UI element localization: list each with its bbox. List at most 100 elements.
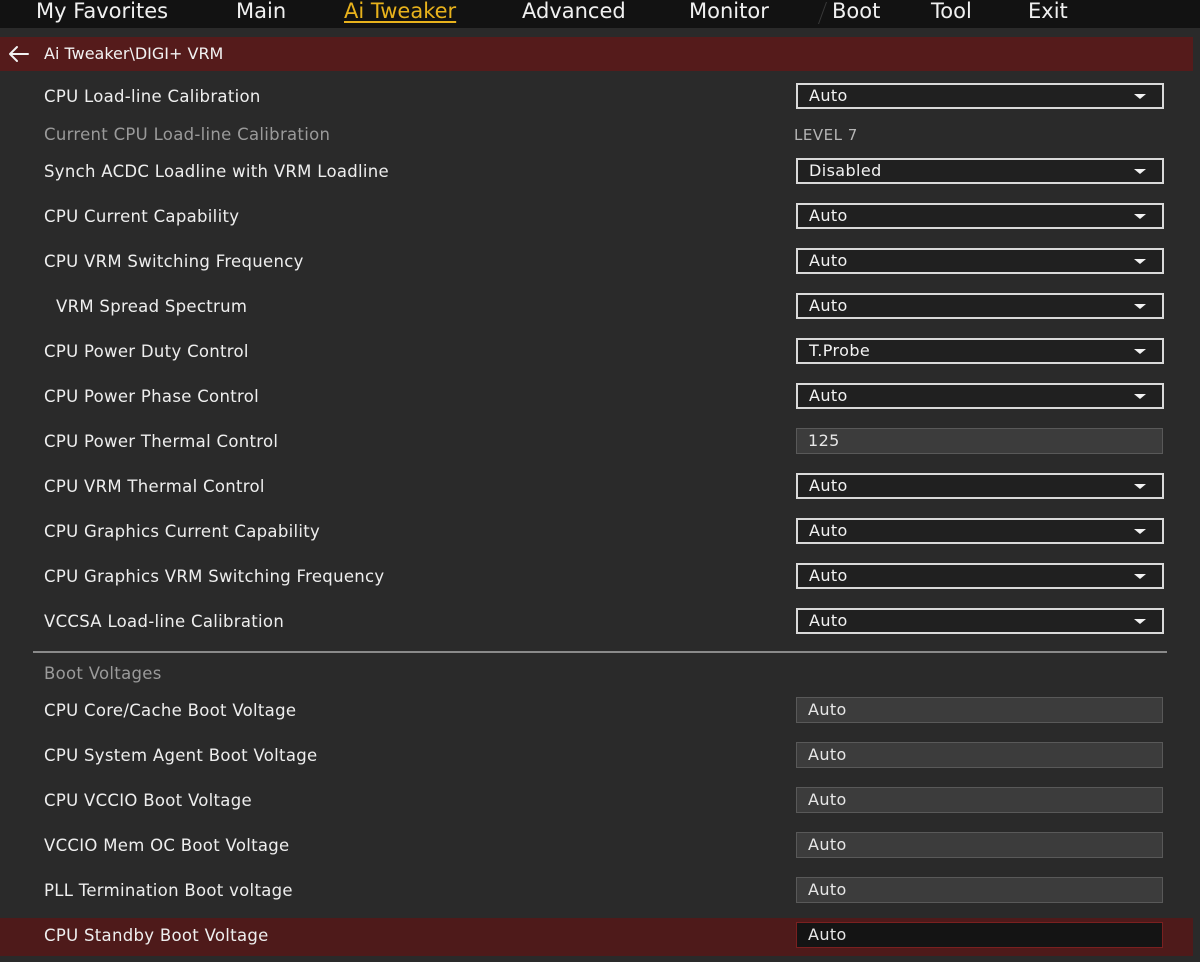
vccsa-load-line-calibration-dropdown[interactable]: Auto xyxy=(796,608,1164,634)
setting-label: CPU Graphics VRM Switching Frequency xyxy=(44,567,385,586)
setting-label: Current CPU Load-line Calibration xyxy=(44,125,331,144)
caret-down-icon xyxy=(1134,304,1146,309)
setting-label: CPU VCCIO Boot Voltage xyxy=(44,791,252,810)
setting-label: CPU Core/Cache Boot Voltage xyxy=(44,701,297,720)
setting-label: CPU Current Capability xyxy=(44,207,240,226)
setting-row-synch-acdc-loadline: Synch ACDC Loadline with VRM Loadline Di… xyxy=(0,154,1193,190)
input-value: 125 xyxy=(808,431,840,450)
dropdown-value: Disabled xyxy=(809,161,882,180)
dropdown-value: Auto xyxy=(809,611,848,630)
caret-down-icon xyxy=(1134,619,1146,624)
cpu-graphics-vrm-switching-frequency-dropdown[interactable]: Auto xyxy=(796,563,1164,589)
boot-voltages-section-title: Boot Voltages xyxy=(44,664,162,683)
caret-down-icon xyxy=(1134,169,1146,174)
cpu-vrm-switching-frequency-dropdown[interactable]: Auto xyxy=(796,248,1164,274)
setting-label: PLL Termination Boot voltage xyxy=(44,881,293,900)
setting-row-cpu-standby-boot-voltage[interactable]: CPU Standby Boot Voltage Auto xyxy=(0,918,1193,956)
setting-row-cpu-power-thermal-control: CPU Power Thermal Control 125 xyxy=(0,424,1193,460)
menu-separator xyxy=(817,2,828,24)
cpu-vrm-thermal-control-dropdown[interactable]: Auto xyxy=(796,473,1164,499)
setting-row-cpu-core-cache-boot-voltage: CPU Core/Cache Boot Voltage Auto xyxy=(0,693,1193,729)
caret-down-icon xyxy=(1134,574,1146,579)
caret-down-icon xyxy=(1134,529,1146,534)
input-value: Auto xyxy=(808,745,847,764)
caret-down-icon xyxy=(1134,259,1146,264)
tab-boot[interactable]: Boot xyxy=(832,0,880,26)
cpu-power-duty-control-dropdown[interactable]: T.Probe xyxy=(796,338,1164,364)
vrm-spread-spectrum-dropdown[interactable]: Auto xyxy=(796,293,1164,319)
setting-row-cpu-power-duty-control: CPU Power Duty Control T.Probe xyxy=(0,334,1193,370)
setting-label: CPU VRM Thermal Control xyxy=(44,477,265,496)
tab-advanced[interactable]: Advanced xyxy=(522,0,626,26)
arrow-left-icon[interactable] xyxy=(6,42,32,66)
dropdown-value: T.Probe xyxy=(809,341,871,360)
input-value: Auto xyxy=(808,790,847,809)
setting-label: VRM Spread Spectrum xyxy=(56,297,248,316)
dropdown-value: Auto xyxy=(809,521,848,540)
synch-acdc-loadline-dropdown[interactable]: Disabled xyxy=(796,158,1164,184)
setting-label: CPU Graphics Current Capability xyxy=(44,522,321,541)
setting-row-cpu-vccio-boot-voltage: CPU VCCIO Boot Voltage Auto xyxy=(0,783,1193,819)
input-value: Auto xyxy=(808,880,847,899)
setting-label: CPU Standby Boot Voltage xyxy=(44,926,269,945)
input-value: Auto xyxy=(808,700,847,719)
caret-down-icon xyxy=(1134,484,1146,489)
dropdown-value: Auto xyxy=(809,86,848,105)
setting-label: CPU Power Duty Control xyxy=(44,342,249,361)
caret-down-icon xyxy=(1134,214,1146,219)
top-menu-bar: My Favorites Main Ai Tweaker Advanced Mo… xyxy=(0,0,1200,28)
setting-label: CPU System Agent Boot Voltage xyxy=(44,746,318,765)
section-divider xyxy=(33,651,1167,653)
caret-down-icon xyxy=(1134,394,1146,399)
dropdown-value: Auto xyxy=(809,566,848,585)
cpu-vccio-boot-voltage-input[interactable]: Auto xyxy=(796,787,1163,813)
setting-label: CPU Power Thermal Control xyxy=(44,432,279,451)
tab-main[interactable]: Main xyxy=(236,0,286,26)
setting-row-cpu-power-phase-control: CPU Power Phase Control Auto xyxy=(0,379,1193,415)
tab-ai-tweaker[interactable]: Ai Tweaker xyxy=(344,0,456,26)
dropdown-value: Auto xyxy=(809,206,848,225)
setting-label: Synch ACDC Loadline with VRM Loadline xyxy=(44,162,390,181)
bios-setup-screen: My Favorites Main Ai Tweaker Advanced Mo… xyxy=(0,0,1200,962)
input-value: Auto xyxy=(808,835,847,854)
tab-my-favorites[interactable]: My Favorites xyxy=(36,0,168,26)
setting-row-vrm-spread-spectrum: VRM Spread Spectrum Auto xyxy=(0,289,1193,325)
cpu-current-capability-dropdown[interactable]: Auto xyxy=(796,203,1164,229)
cpu-standby-boot-voltage-input[interactable]: Auto xyxy=(796,922,1163,948)
cpu-load-line-calibration-dropdown[interactable]: Auto xyxy=(796,83,1164,109)
current-llc-value: LEVEL 7 xyxy=(794,126,858,144)
dropdown-value: Auto xyxy=(809,296,848,315)
input-value: Auto xyxy=(808,925,847,944)
setting-row-pll-termination-boot-voltage: PLL Termination Boot voltage Auto xyxy=(0,873,1193,909)
vccio-mem-oc-boot-voltage-input[interactable]: Auto xyxy=(796,832,1163,858)
cpu-system-agent-boot-voltage-input[interactable]: Auto xyxy=(796,742,1163,768)
dropdown-value: Auto xyxy=(809,251,848,270)
setting-row-cpu-graphics-current-capability: CPU Graphics Current Capability Auto xyxy=(0,514,1193,550)
setting-row-cpu-current-capability: CPU Current Capability Auto xyxy=(0,199,1193,235)
setting-label: VCCSA Load-line Calibration xyxy=(44,612,285,631)
tab-exit[interactable]: Exit xyxy=(1028,0,1068,26)
setting-row-current-cpu-load-line-calibration: Current CPU Load-line Calibration LEVEL … xyxy=(0,117,1193,153)
setting-row-cpu-vrm-switching-frequency: CPU VRM Switching Frequency Auto xyxy=(0,244,1193,280)
cpu-graphics-current-capability-dropdown[interactable]: Auto xyxy=(796,518,1164,544)
caret-down-icon xyxy=(1134,349,1146,354)
setting-row-vccsa-load-line-calibration: VCCSA Load-line Calibration Auto xyxy=(0,604,1193,640)
setting-label: CPU Load-line Calibration xyxy=(44,87,261,106)
pll-termination-boot-voltage-input[interactable]: Auto xyxy=(796,877,1163,903)
cpu-core-cache-boot-voltage-input[interactable]: Auto xyxy=(796,697,1163,723)
tab-tool[interactable]: Tool xyxy=(931,0,972,26)
caret-down-icon xyxy=(1134,94,1146,99)
setting-row-cpu-vrm-thermal-control: CPU VRM Thermal Control Auto xyxy=(0,469,1193,505)
cpu-power-thermal-control-input[interactable]: 125 xyxy=(796,428,1163,454)
setting-label: VCCIO Mem OC Boot Voltage xyxy=(44,836,290,855)
breadcrumb: Ai Tweaker\DIGI+ VRM xyxy=(0,37,1193,71)
cpu-power-phase-control-dropdown[interactable]: Auto xyxy=(796,383,1164,409)
setting-row-vccio-mem-oc-boot-voltage: VCCIO Mem OC Boot Voltage Auto xyxy=(0,828,1193,864)
setting-row-cpu-graphics-vrm-switching-frequency: CPU Graphics VRM Switching Frequency Aut… xyxy=(0,559,1193,595)
breadcrumb-path: Ai Tweaker\DIGI+ VRM xyxy=(44,44,224,63)
tab-monitor[interactable]: Monitor xyxy=(689,0,769,26)
dropdown-value: Auto xyxy=(809,476,848,495)
setting-row-cpu-system-agent-boot-voltage: CPU System Agent Boot Voltage Auto xyxy=(0,738,1193,774)
setting-row-cpu-load-line-calibration: CPU Load-line Calibration Auto xyxy=(0,79,1193,115)
dropdown-value: Auto xyxy=(809,386,848,405)
